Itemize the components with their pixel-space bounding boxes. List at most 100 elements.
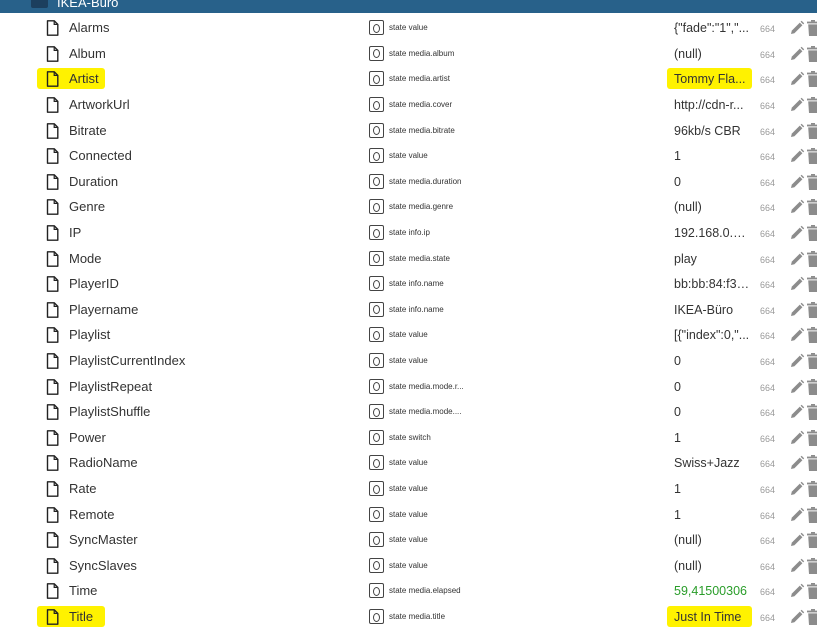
trash-icon[interactable] — [807, 557, 817, 574]
object-row-ip[interactable]: IP state info.ip 192.168.0.4... 664 — [0, 220, 817, 246]
object-value[interactable]: (null) — [674, 199, 750, 215]
object-row-playlistshuffle[interactable]: PlaylistShuffle state media.mode.... 0 6… — [0, 399, 817, 425]
object-row-title[interactable]: Title state media.title Just In Time 664 — [0, 604, 817, 630]
trash-icon[interactable] — [807, 122, 817, 139]
object-row-bitrate[interactable]: Bitrate state media.bitrate 96kb/s CBR 6… — [0, 118, 817, 144]
trash-icon[interactable] — [807, 327, 817, 344]
object-acl: 664 — [760, 305, 776, 316]
object-row-duration[interactable]: Duration state media.duration 0 664 — [0, 169, 817, 195]
object-value[interactable]: play — [674, 251, 750, 267]
pencil-icon[interactable] — [789, 276, 805, 292]
object-value[interactable]: Just In Time — [674, 609, 750, 625]
trash-icon[interactable] — [807, 199, 817, 216]
pencil-icon[interactable] — [789, 123, 805, 139]
pencil-icon[interactable] — [789, 251, 805, 267]
pencil-icon[interactable] — [789, 583, 805, 599]
object-row-time[interactable]: Time state media.elapsed 59,41500306 664 — [0, 578, 817, 604]
object-value[interactable]: bb:bb:84:f3:... — [674, 276, 750, 292]
pencil-icon[interactable] — [789, 302, 805, 318]
object-value[interactable]: Tommy Fla... — [674, 71, 750, 87]
trash-icon[interactable] — [807, 250, 817, 267]
trash-icon[interactable] — [807, 301, 817, 318]
object-row-genre[interactable]: Genre state media.genre (null) 664 — [0, 194, 817, 220]
object-value[interactable]: (null) — [674, 558, 750, 574]
object-row-syncmaster[interactable]: SyncMaster state value (null) 664 — [0, 527, 817, 553]
pencil-icon[interactable] — [789, 327, 805, 343]
trash-icon[interactable] — [807, 404, 817, 421]
pencil-icon[interactable] — [789, 46, 805, 62]
object-value[interactable]: 192.168.0.4... — [674, 225, 750, 241]
pencil-icon[interactable] — [789, 430, 805, 446]
trash-icon[interactable] — [807, 583, 817, 600]
object-row-artworkurl[interactable]: ArtworkUrl state media.cover http://cdn-… — [0, 92, 817, 118]
trash-icon[interactable] — [807, 71, 817, 88]
object-value[interactable]: {"fade":"1","... — [674, 20, 750, 36]
object-row-playlist[interactable]: Playlist state value [{"index":0,"... 66… — [0, 322, 817, 348]
object-value[interactable]: [{"index":0,"... — [674, 327, 750, 343]
object-row-remote[interactable]: Remote state value 1 664 — [0, 502, 817, 528]
object-row-playername[interactable]: Playername state info.name IKEA-Büro 664 — [0, 297, 817, 323]
trash-icon[interactable] — [807, 148, 817, 165]
pencil-icon[interactable] — [789, 174, 805, 190]
file-icon — [46, 71, 59, 88]
pencil-icon[interactable] — [789, 532, 805, 548]
object-value[interactable]: http://cdn-r... — [674, 97, 750, 113]
pencil-icon[interactable] — [789, 404, 805, 420]
trash-icon[interactable] — [807, 45, 817, 62]
pencil-icon[interactable] — [789, 199, 805, 215]
trash-icon[interactable] — [807, 455, 817, 472]
object-row-rate[interactable]: Rate state value 1 664 — [0, 476, 817, 502]
trash-icon[interactable] — [807, 609, 817, 625]
pencil-icon[interactable] — [789, 148, 805, 164]
object-value[interactable]: 0 — [674, 353, 750, 369]
pencil-icon[interactable] — [789, 97, 805, 113]
object-value[interactable]: 96kb/s CBR — [674, 123, 750, 139]
trash-icon[interactable] — [807, 276, 817, 293]
object-row-power[interactable]: Power state switch 1 664 — [0, 425, 817, 451]
object-row-mode[interactable]: Mode state media.state play 664 — [0, 246, 817, 272]
object-value[interactable]: 1 — [674, 148, 750, 164]
trash-icon[interactable] — [807, 225, 817, 241]
object-value[interactable]: Swiss+Jazz — [674, 455, 750, 471]
pencil-icon[interactable] — [789, 609, 805, 625]
trash-icon[interactable] — [807, 481, 817, 497]
object-name: Duration — [69, 173, 119, 189]
object-value[interactable]: 0 — [674, 379, 750, 395]
trash-icon[interactable] — [807, 429, 817, 446]
object-value[interactable]: 1 — [674, 481, 750, 497]
pencil-icon[interactable] — [789, 20, 805, 36]
pencil-icon[interactable] — [789, 455, 805, 471]
object-row-alarms[interactable]: Alarms state value {"fade":"1","... 664 — [0, 15, 817, 41]
object-value[interactable]: 59,41500306 — [674, 583, 750, 599]
pencil-icon[interactable] — [789, 507, 805, 523]
object-value[interactable]: (null) — [674, 532, 750, 548]
trash-icon[interactable] — [807, 173, 817, 190]
object-value[interactable]: 0 — [674, 174, 750, 190]
pencil-icon[interactable] — [789, 481, 805, 497]
object-value[interactable]: 0 — [674, 404, 750, 420]
trash-icon[interactable] — [807, 353, 817, 369]
folder-header[interactable]: IKEA-Büro — [0, 0, 817, 13]
object-value[interactable]: (null) — [674, 46, 750, 62]
object-row-radioname[interactable]: RadioName state value Swiss+Jazz 664 — [0, 450, 817, 476]
object-row-playlistcurrentindex[interactable]: PlaylistCurrentIndex state value 0 664 — [0, 348, 817, 374]
object-value[interactable]: 1 — [674, 507, 750, 523]
object-row-artist[interactable]: Artist state media.artist Tommy Fla... 6… — [0, 66, 817, 92]
trash-icon[interactable] — [807, 20, 817, 37]
trash-icon[interactable] — [807, 97, 817, 113]
trash-icon[interactable] — [807, 506, 817, 523]
object-row-connected[interactable]: Connected state value 1 664 — [0, 143, 817, 169]
pencil-icon[interactable] — [789, 379, 805, 395]
object-value[interactable]: IKEA-Büro — [674, 302, 750, 318]
pencil-icon[interactable] — [789, 225, 805, 241]
trash-icon[interactable] — [807, 378, 817, 395]
pencil-icon[interactable] — [789, 558, 805, 574]
object-row-syncslaves[interactable]: SyncSlaves state value (null) 664 — [0, 553, 817, 579]
pencil-icon[interactable] — [789, 353, 805, 369]
trash-icon[interactable] — [807, 532, 817, 549]
object-row-playerid[interactable]: PlayerID state info.name bb:bb:84:f3:...… — [0, 271, 817, 297]
object-value[interactable]: 1 — [674, 430, 750, 446]
pencil-icon[interactable] — [789, 71, 805, 87]
object-row-album[interactable]: Album state media.album (null) 664 — [0, 41, 817, 67]
object-row-playlistrepeat[interactable]: PlaylistRepeat state media.mode.r... 0 6… — [0, 374, 817, 400]
